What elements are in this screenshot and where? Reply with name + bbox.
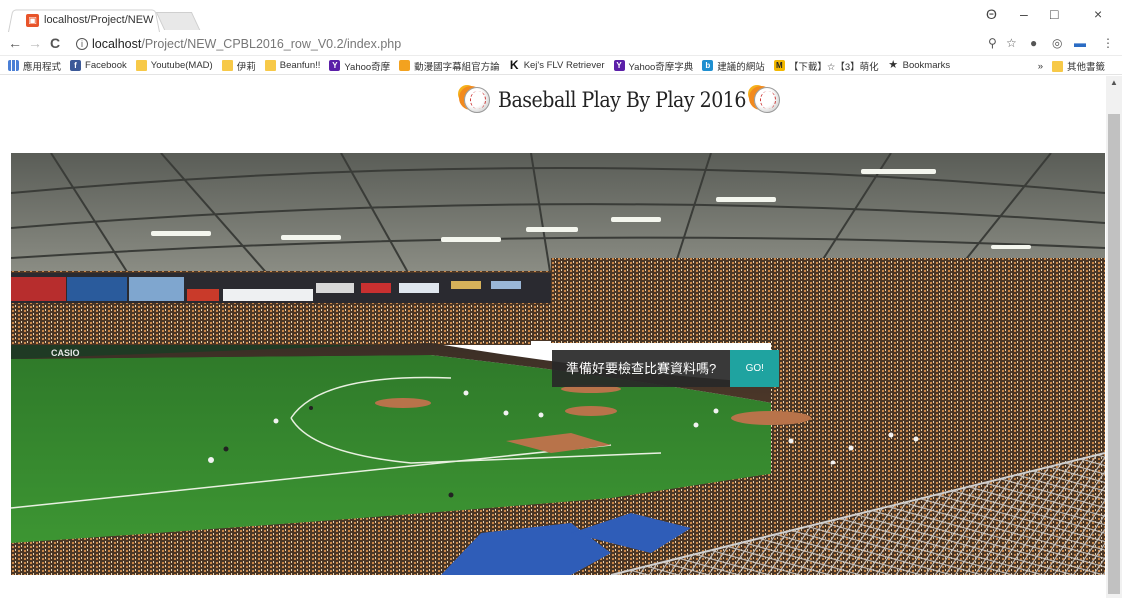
facebook-icon: f [70,60,82,71]
bing-icon: b [702,60,714,71]
new-tab-button[interactable] [155,12,201,30]
url-host: localhost [92,37,142,51]
cta-question-text: 準備好要檢查比賽資料嗎? [552,350,731,387]
bookmark-yahoo-dictionary[interactable]: Y Yahoo奇摩字典 [613,59,693,73]
tab-strip: ▣ localhost/Project/NEW × Θ – □ × [0,0,1122,32]
minimize-button[interactable]: – [1020,6,1028,22]
bookmarks-bar: 應用程式 f Facebook Youtube(MAD) 伊莉 Beanfun!!… [0,57,1122,75]
bookmark-anime-forum[interactable]: 動漫國字幕組官方論 [399,59,500,73]
bookmark-youtube-mad[interactable]: Youtube(MAD) [135,60,213,71]
yahoo-icon: Y [329,60,341,71]
extension-icon[interactable]: ◎ [1052,36,1062,50]
bookmark-eyny[interactable]: 伊莉 [221,59,256,73]
bookmark-bookmarks[interactable]: ★ Bookmarks [888,59,950,72]
address-bar[interactable]: i localhost/Project/NEW_CPBL2016_row_V0.… [76,34,996,54]
bookmark-beanfun[interactable]: Beanfun!! [264,60,320,71]
tab-title: localhost/Project/NEW [44,14,154,26]
page-scrollbar[interactable]: ▲ [1106,76,1122,598]
folder-icon [135,60,147,71]
menu-icon[interactable]: ⋮ [1102,36,1114,50]
browser-tab-content[interactable]: ▣ localhost/Project/NEW × [26,11,166,29]
logo-text: Baseball Play By Play 2016 [498,87,746,113]
folder-icon [1051,60,1063,72]
anime-icon [399,60,411,71]
extension-icon[interactable]: ● [1030,36,1037,50]
site-favicon-icon: ▣ [26,13,39,27]
forward-button[interactable]: → [28,35,42,51]
folder-icon [221,60,233,71]
scroll-up-icon[interactable]: ▲ [1110,78,1118,87]
yahoo-icon: Y [613,60,625,71]
browser-toolbar: ← → C i localhost/Project/NEW_CPBL2016_r… [0,32,1122,56]
bookmark-download[interactable]: M 【下載】☆【3】萌化 [773,59,879,73]
bookmark-star-icon[interactable]: ☆ [1006,36,1017,50]
star-icon: ★ [888,59,899,71]
baseball-icon [464,87,490,113]
go-button[interactable]: GO! [730,350,780,387]
bookmark-kej-flv[interactable]: K Kej's FLV Retriever [509,58,605,72]
extension-icon[interactable]: ▬ [1074,36,1086,50]
apps-icon [8,60,19,71]
maximize-button[interactable]: □ [1050,6,1058,22]
reload-button[interactable]: C [50,35,60,51]
bookmarks-overflow-button[interactable]: » [1038,61,1043,72]
bookmark-suggested-sites[interactable]: b 建議的網站 [702,59,765,73]
baseball-icon [753,87,780,113]
folder-icon [264,60,276,71]
close-window-button[interactable]: × [1094,6,1102,22]
profile-icon[interactable]: Θ [986,6,997,22]
k-icon: K [509,58,519,72]
site-logo[interactable]: Baseball Play By Play 2016 [464,78,780,122]
bookmark-apps[interactable]: 應用程式 [8,59,61,73]
bookmark-yahoo[interactable]: Y Yahoo奇摩 [329,59,390,73]
url-path: /Project/NEW_CPBL2016_row_V0.2/index.php [141,37,402,51]
bookmark-other[interactable]: 其他書籤 [1051,59,1105,73]
scrollbar-thumb[interactable] [1108,114,1120,594]
svg-text:CASIO: CASIO [51,348,80,358]
site-info-icon[interactable]: i [76,38,88,50]
page-content: Baseball Play By Play 2016 CASIO 準備好要檢查比… [0,76,1106,598]
zoom-icon[interactable]: ⚲ [988,36,997,50]
check-game-prompt: 準備好要檢查比賽資料嗎? GO! [552,350,780,387]
m-icon: M [773,60,785,71]
back-button[interactable]: ← [8,35,22,51]
bookmark-facebook[interactable]: f Facebook [70,60,127,71]
